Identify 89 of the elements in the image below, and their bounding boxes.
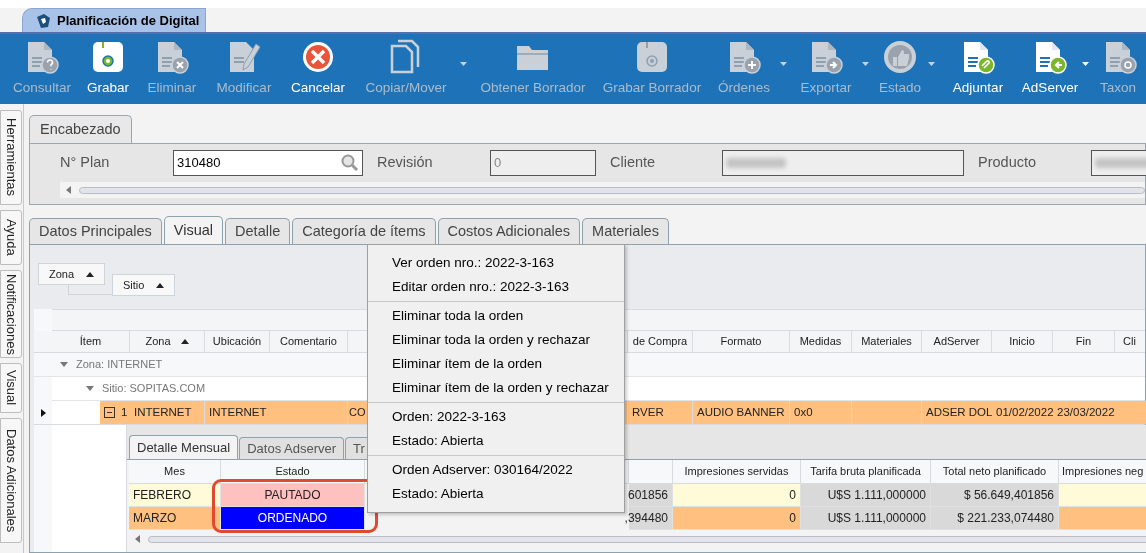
group-row-label: Sitio: SOPITAS.COM: [102, 381, 206, 397]
tab[interactable]: Visual: [163, 216, 224, 245]
table-cell: INTERNET: [205, 401, 272, 424]
caret-icon: [1082, 62, 1089, 66]
expand-arrow-icon[interactable]: [60, 361, 68, 368]
status-cell: ORDENADO: [221, 507, 365, 530]
collapse-icon[interactable]: [104, 407, 115, 418]
toolbar-button[interactable]: AdServer: [1018, 34, 1082, 104]
field-label: Revisión: [377, 153, 434, 173]
column-header[interactable]: Medidas: [790, 331, 852, 352]
column-header[interactable]: Formato: [693, 331, 790, 352]
plan-number-field[interactable]: 310480: [173, 150, 363, 176]
table-cell: U$S 1.111,000000: [801, 507, 931, 530]
column-header[interactable]: Zona: [130, 331, 205, 352]
column-header[interactable]: Cli: [1115, 331, 1146, 352]
toolbar-button[interactable]: Cancelar: [284, 34, 352, 104]
table-cell: 0: [673, 507, 801, 530]
column-header[interactable]: Tarifa bruta planificada: [801, 460, 931, 483]
table-cell: U$S 1.111,000000: [801, 484, 931, 507]
table-cell: 1: [100, 401, 133, 424]
table-cell: RVER: [628, 401, 693, 424]
group-row-label: Zona: INTERNET: [76, 357, 163, 373]
menu-item[interactable]: Orden Adserver: 030164/2022: [368, 458, 624, 482]
column-header[interactable]: Fin: [1053, 331, 1115, 352]
column-header[interactable]: Total neto planificado: [931, 460, 1059, 483]
text-field[interactable]: [722, 150, 964, 176]
horizontal-scrollbar[interactable]: [148, 535, 1146, 543]
toolbar-button[interactable]: Adjuntar: [938, 34, 1018, 104]
table-cell: MARZO: [129, 507, 221, 530]
menu-item[interactable]: Eliminar ítem de la orden y rechazar: [368, 376, 624, 400]
status-cell: PAUTADO: [221, 484, 365, 507]
document-tab[interactable]: Planificación de Digital: [22, 8, 207, 32]
tab[interactable]: Datos Principales: [29, 218, 162, 244]
table-cell: INTERNET: [130, 401, 205, 424]
tab[interactable]: Detalle: [225, 218, 291, 244]
table-cell: AUDIO BANNER: [693, 401, 790, 424]
side-tab[interactable]: Herramientas: [0, 110, 22, 205]
menu-item[interactable]: Eliminar ítem de la orden: [368, 352, 624, 376]
column-header[interactable]: AdServer: [922, 331, 992, 352]
menu-item[interactable]: Ver orden nro.: 2022-3-163: [368, 251, 624, 275]
group-by-chip[interactable]: Sitio: [112, 274, 176, 296]
scroll-left-icon[interactable]: [66, 186, 71, 194]
blurred-text: [1095, 158, 1146, 168]
column-header[interactable]: Mes: [129, 460, 221, 483]
side-tab[interactable]: Datos Adicionales: [0, 418, 22, 543]
blurred-text: [726, 158, 786, 168]
side-tab[interactable]: Notificaciones: [0, 270, 22, 358]
tab[interactable]: Detalle Mensual: [129, 435, 239, 459]
field-label: Producto: [978, 153, 1038, 173]
header-tab[interactable]: Encabezado: [29, 115, 132, 143]
tab[interactable]: Costos Adicionales: [437, 218, 581, 244]
table-cell: FEBRERO: [129, 484, 221, 507]
table-cell: 601856: [629, 484, 673, 507]
caret-icon: [460, 62, 467, 66]
connector-line: [68, 285, 112, 295]
column-header[interactable]: de Compra: [628, 331, 693, 352]
caret-icon: [780, 62, 787, 66]
column-header[interactable]: Ubicación: [205, 331, 270, 352]
search-icon[interactable]: [341, 154, 359, 172]
menu-item[interactable]: Estado: Abierta: [368, 482, 624, 506]
table-cell: $ 221.233,074480: [931, 507, 1059, 530]
table-cell: $ 56.649,401856: [931, 484, 1059, 507]
expand-arrow-icon[interactable]: [86, 385, 94, 392]
side-tab[interactable]: Ayuda: [0, 210, 22, 265]
table-cell: 0: [673, 484, 801, 507]
app-logo-icon: [35, 12, 51, 29]
table-cell: 0x0: [790, 401, 852, 424]
tab[interactable]: Materiales: [582, 218, 669, 244]
column-header[interactable]: Estado: [221, 460, 365, 483]
horizontal-scrollbar[interactable]: [79, 186, 1145, 194]
side-tab[interactable]: Visual: [0, 363, 22, 413]
field-label: N° Plan: [60, 153, 111, 173]
caret-icon: [928, 62, 935, 66]
menu-item[interactable]: Editar orden nro.: 2022-3-163: [368, 275, 624, 299]
column-header[interactable]: Comentario: [270, 331, 348, 352]
field-label: Cliente: [610, 153, 657, 173]
caret-icon: [862, 62, 869, 66]
menu-item[interactable]: Eliminar toda la orden: [368, 304, 624, 328]
column-header[interactable]: Impresiones neg: [1059, 460, 1146, 483]
menu-item[interactable]: Eliminar toda la orden y rechazar: [368, 328, 624, 352]
column-header[interactable]: Materiales: [852, 331, 922, 352]
column-header[interactable]: Ítem: [52, 331, 130, 352]
tab[interactable]: Categoría de ítems: [292, 218, 436, 244]
group-by-chip[interactable]: Zona: [38, 263, 106, 285]
toolbar-button[interactable]: Grabar: [76, 34, 140, 104]
scroll-left-icon[interactable]: [135, 535, 140, 543]
column-header[interactable]: Inicio: [992, 331, 1053, 352]
column-header[interactable]: Impresiones servidas: [673, 460, 801, 483]
tab[interactable]: Datos Adserver: [239, 437, 345, 459]
